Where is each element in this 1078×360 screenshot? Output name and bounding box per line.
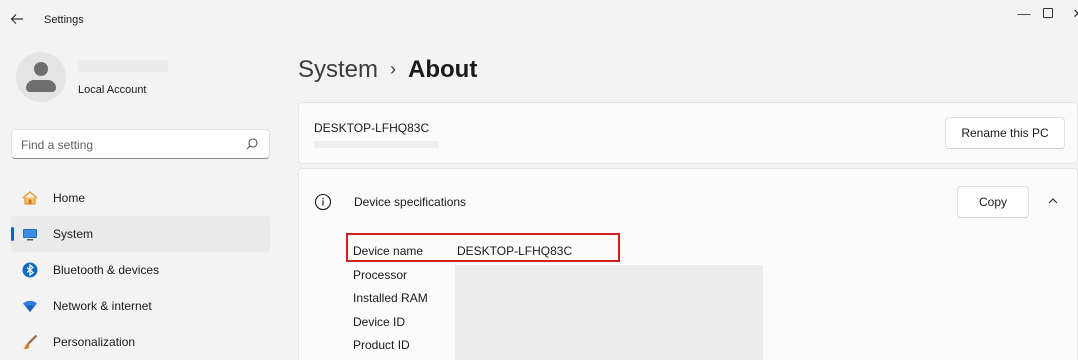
- sidebar-item-label: Personalization: [53, 335, 136, 349]
- sidebar-item-label: Network & internet: [53, 299, 152, 313]
- info-icon: [314, 193, 332, 211]
- pc-name: DESKTOP-LFHQ83C: [314, 121, 430, 135]
- account-name: Local Account: [78, 84, 147, 96]
- close-button[interactable]: ✕: [1068, 6, 1078, 22]
- spec-label: Installed RAM: [353, 291, 428, 305]
- brush-icon: [23, 334, 38, 349]
- pc-name-card: DESKTOP-LFHQ83C Rename this PC: [298, 102, 1078, 164]
- back-arrow-icon[interactable]: [10, 12, 28, 30]
- title-bar: Settings — ✕: [0, 0, 1078, 40]
- sidebar-item-label: Bluetooth & devices: [53, 263, 160, 277]
- home-icon: [22, 190, 38, 205]
- maximize-button[interactable]: [1038, 6, 1058, 21]
- breadcrumb-separator: ›: [390, 59, 397, 79]
- sidebar-item-network[interactable]: Network & internet: [11, 288, 270, 324]
- breadcrumb: System › About: [298, 56, 477, 84]
- sidebar-item-personalization[interactable]: Personalization: [11, 324, 270, 360]
- selection-indicator: [11, 227, 14, 241]
- page-title: About: [408, 56, 478, 83]
- user-avatar-icon: [16, 52, 66, 102]
- redacted-spec-values: [455, 265, 763, 360]
- search-icon: [246, 138, 258, 150]
- chevron-up-icon[interactable]: [1045, 193, 1061, 209]
- sidebar-item-bluetooth[interactable]: Bluetooth & devices: [11, 252, 270, 288]
- minimize-button[interactable]: —: [1014, 6, 1034, 21]
- search-placeholder: Find a setting: [21, 138, 94, 152]
- redacted-account-detail: [78, 60, 168, 72]
- search-input[interactable]: Find a setting: [11, 129, 270, 159]
- redacted-pc-detail: [314, 141, 439, 148]
- breadcrumb-parent[interactable]: System: [298, 56, 378, 83]
- spec-label: Product ID: [353, 338, 410, 352]
- window-title: Settings: [44, 14, 84, 26]
- monitor-icon: [23, 229, 37, 241]
- sidebar-item-home[interactable]: Home: [11, 180, 270, 216]
- sidebar-item-label: System: [53, 227, 94, 241]
- spec-label: Device ID: [353, 314, 406, 329]
- specs-title: Device specifications: [354, 195, 467, 209]
- spec-label: Processor: [353, 267, 408, 282]
- sidebar-item-system[interactable]: System: [11, 216, 270, 252]
- sidebar-nav: Home System Bluetooth & devices Network …: [11, 180, 270, 360]
- sidebar-item-label: Home: [53, 191, 86, 205]
- wifi-icon: [23, 300, 37, 312]
- device-name-highlight-box: [346, 233, 620, 262]
- rename-pc-button[interactable]: Rename this PC: [945, 117, 1065, 149]
- bluetooth-icon: [22, 262, 38, 278]
- copy-button[interactable]: Copy: [957, 186, 1029, 218]
- maximize-icon: [1043, 8, 1053, 18]
